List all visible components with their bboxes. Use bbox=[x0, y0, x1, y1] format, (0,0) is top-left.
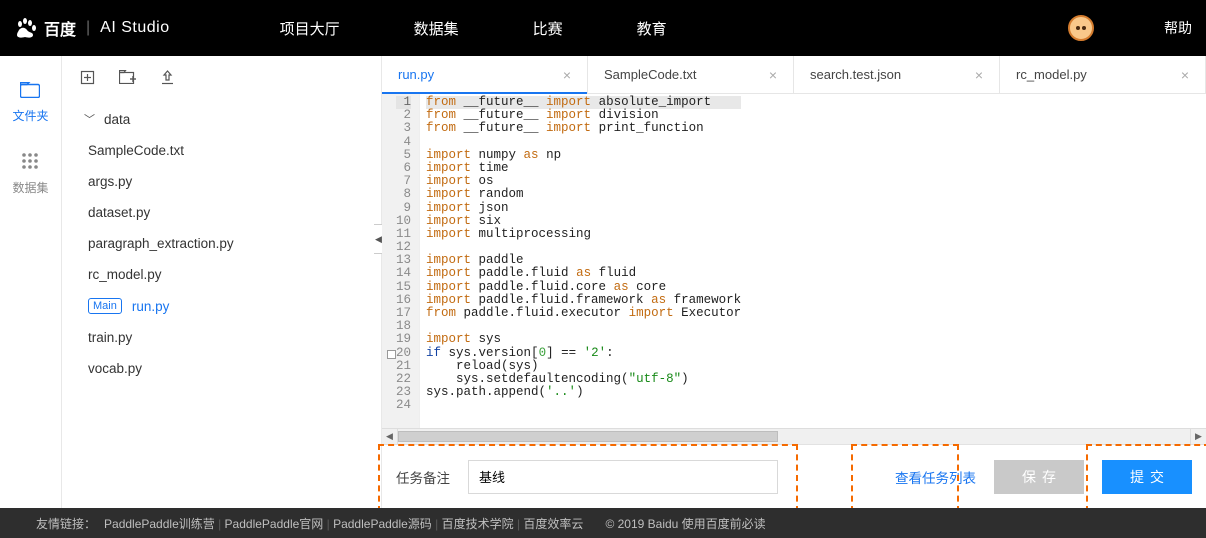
footer-label: 友情链接： bbox=[36, 515, 96, 532]
line-gutter: 123456789101112131415161718192021222324 bbox=[382, 94, 420, 428]
file-tree: ﹀ data SampleCode.txt args.py dataset.py pa… bbox=[62, 103, 381, 384]
remark-input[interactable] bbox=[468, 460, 778, 494]
horizontal-scrollbar[interactable]: ◀ ▶ bbox=[382, 428, 1206, 444]
tab-rc_model-py[interactable]: rc_model.py × bbox=[1000, 56, 1206, 93]
file-vocab-py[interactable]: vocab.py bbox=[86, 353, 361, 384]
tab-label: run.py bbox=[398, 67, 434, 82]
tab-label: SampleCode.txt bbox=[604, 67, 697, 82]
view-task-list-link[interactable]: 查看任务列表 bbox=[895, 467, 976, 487]
file-label: train.py bbox=[88, 330, 132, 345]
file-label: vocab.py bbox=[88, 361, 142, 376]
brand-main: 百度 bbox=[44, 16, 76, 40]
rail-datasets[interactable]: 数据集 bbox=[12, 152, 48, 196]
tab-SampleCode-txt[interactable]: SampleCode.txt × bbox=[588, 56, 794, 93]
remark-label: 任务备注 bbox=[396, 467, 450, 487]
close-icon[interactable]: × bbox=[975, 67, 983, 83]
help-link[interactable]: 帮助 bbox=[1164, 18, 1192, 38]
grid-icon bbox=[21, 152, 39, 175]
main-badge: Main bbox=[88, 298, 122, 314]
upload-icon[interactable] bbox=[160, 70, 175, 89]
tab-strip: run.py×SampleCode.txt×search.test.json×r… bbox=[382, 56, 1206, 94]
folder-name: data bbox=[104, 112, 130, 127]
code-editor[interactable]: 123456789101112131415161718192021222324 … bbox=[382, 94, 1206, 428]
file-SampleCode-txt[interactable]: SampleCode.txt bbox=[86, 135, 361, 166]
rail-files-label: 文件夹 bbox=[12, 107, 48, 124]
submit-button[interactable]: 提交 bbox=[1102, 460, 1192, 494]
file-paragraph_extraction-py[interactable]: paragraph_extraction.py bbox=[86, 228, 361, 259]
left-rail: 文件夹 数据集 bbox=[0, 56, 62, 508]
tab-label: rc_model.py bbox=[1016, 67, 1087, 82]
code-content[interactable]: from __future__ import absolute_importfr… bbox=[420, 94, 747, 428]
main: 文件夹 数据集 ﹀ data SampleCode.txt args.py data… bbox=[0, 56, 1206, 508]
footer-link[interactable]: PaddlePaddle官网 bbox=[225, 517, 324, 531]
top-right: 帮助 bbox=[1068, 15, 1192, 41]
footer: 友情链接： PaddlePaddle训练营 | PaddlePaddle官网 |… bbox=[0, 508, 1206, 538]
file-label: SampleCode.txt bbox=[88, 143, 184, 158]
brand[interactable]: 百度 | AI Studio bbox=[14, 16, 170, 40]
nav-datasets[interactable]: 数据集 bbox=[414, 18, 459, 39]
chevron-down-icon: ﹀ bbox=[84, 111, 96, 127]
file-label: rc_model.py bbox=[88, 267, 162, 282]
save-button[interactable]: 保存 bbox=[994, 460, 1084, 494]
close-icon[interactable]: × bbox=[563, 67, 571, 83]
file-rc_model-py[interactable]: rc_model.py bbox=[86, 259, 361, 290]
file-train-py[interactable]: train.py bbox=[86, 322, 361, 353]
task-panel: 任务备注 查看任务列表 保存 提交 bbox=[382, 444, 1206, 508]
nav-projects[interactable]: 项目大厅 bbox=[280, 18, 340, 39]
file-run-py[interactable]: Main run.py bbox=[86, 290, 361, 322]
file-dataset-py[interactable]: dataset.py bbox=[86, 197, 361, 228]
top-nav: 项目大厅 数据集 比赛 教育 bbox=[280, 18, 667, 39]
file-explorer: ﹀ data SampleCode.txt args.py dataset.py pa… bbox=[62, 56, 382, 508]
scrollbar-thumb[interactable] bbox=[398, 431, 778, 442]
new-folder-icon[interactable] bbox=[119, 70, 136, 89]
footer-link[interactable]: PaddlePaddle源码 bbox=[333, 517, 432, 531]
scroll-right-icon[interactable]: ▶ bbox=[1190, 429, 1206, 444]
baidu-paw-icon bbox=[14, 16, 38, 40]
scroll-left-icon[interactable]: ◀ bbox=[382, 429, 398, 444]
file-label: paragraph_extraction.py bbox=[88, 236, 234, 251]
top-bar: 百度 | AI Studio 项目大厅 数据集 比赛 教育 帮助 bbox=[0, 0, 1206, 56]
tab-label: search.test.json bbox=[810, 67, 901, 82]
folder-icon bbox=[20, 82, 40, 103]
footer-link[interactable]: PaddlePaddle训练营 bbox=[104, 517, 215, 531]
footer-copyright: © 2019 Baidu 使用百度前必读 bbox=[605, 515, 765, 532]
file-label: dataset.py bbox=[88, 205, 150, 220]
rail-files[interactable]: 文件夹 bbox=[12, 82, 48, 124]
tab-search-test-json[interactable]: search.test.json × bbox=[794, 56, 1000, 93]
brand-separator: | bbox=[86, 19, 90, 37]
rail-datasets-label: 数据集 bbox=[12, 179, 48, 196]
brand-sub: AI Studio bbox=[100, 19, 169, 37]
folder-data[interactable]: ﹀ data bbox=[82, 103, 361, 135]
file-label: run.py bbox=[132, 299, 170, 314]
close-icon[interactable]: × bbox=[769, 67, 777, 83]
file-label: args.py bbox=[88, 174, 132, 189]
close-icon[interactable]: × bbox=[1181, 67, 1189, 83]
footer-link[interactable]: 百度效率云 bbox=[523, 517, 583, 531]
footer-link[interactable]: 百度技术学院 bbox=[442, 517, 514, 531]
new-file-icon[interactable] bbox=[80, 70, 95, 89]
nav-education[interactable]: 教育 bbox=[637, 18, 667, 39]
explorer-toolbar bbox=[62, 70, 381, 103]
tab-run-py[interactable]: run.py × bbox=[382, 56, 588, 93]
avatar[interactable] bbox=[1068, 15, 1094, 41]
file-args-py[interactable]: args.py bbox=[86, 166, 361, 197]
editor-area: ◀ run.py×SampleCode.txt×search.test.json… bbox=[382, 56, 1206, 508]
nav-competitions[interactable]: 比赛 bbox=[533, 18, 563, 39]
